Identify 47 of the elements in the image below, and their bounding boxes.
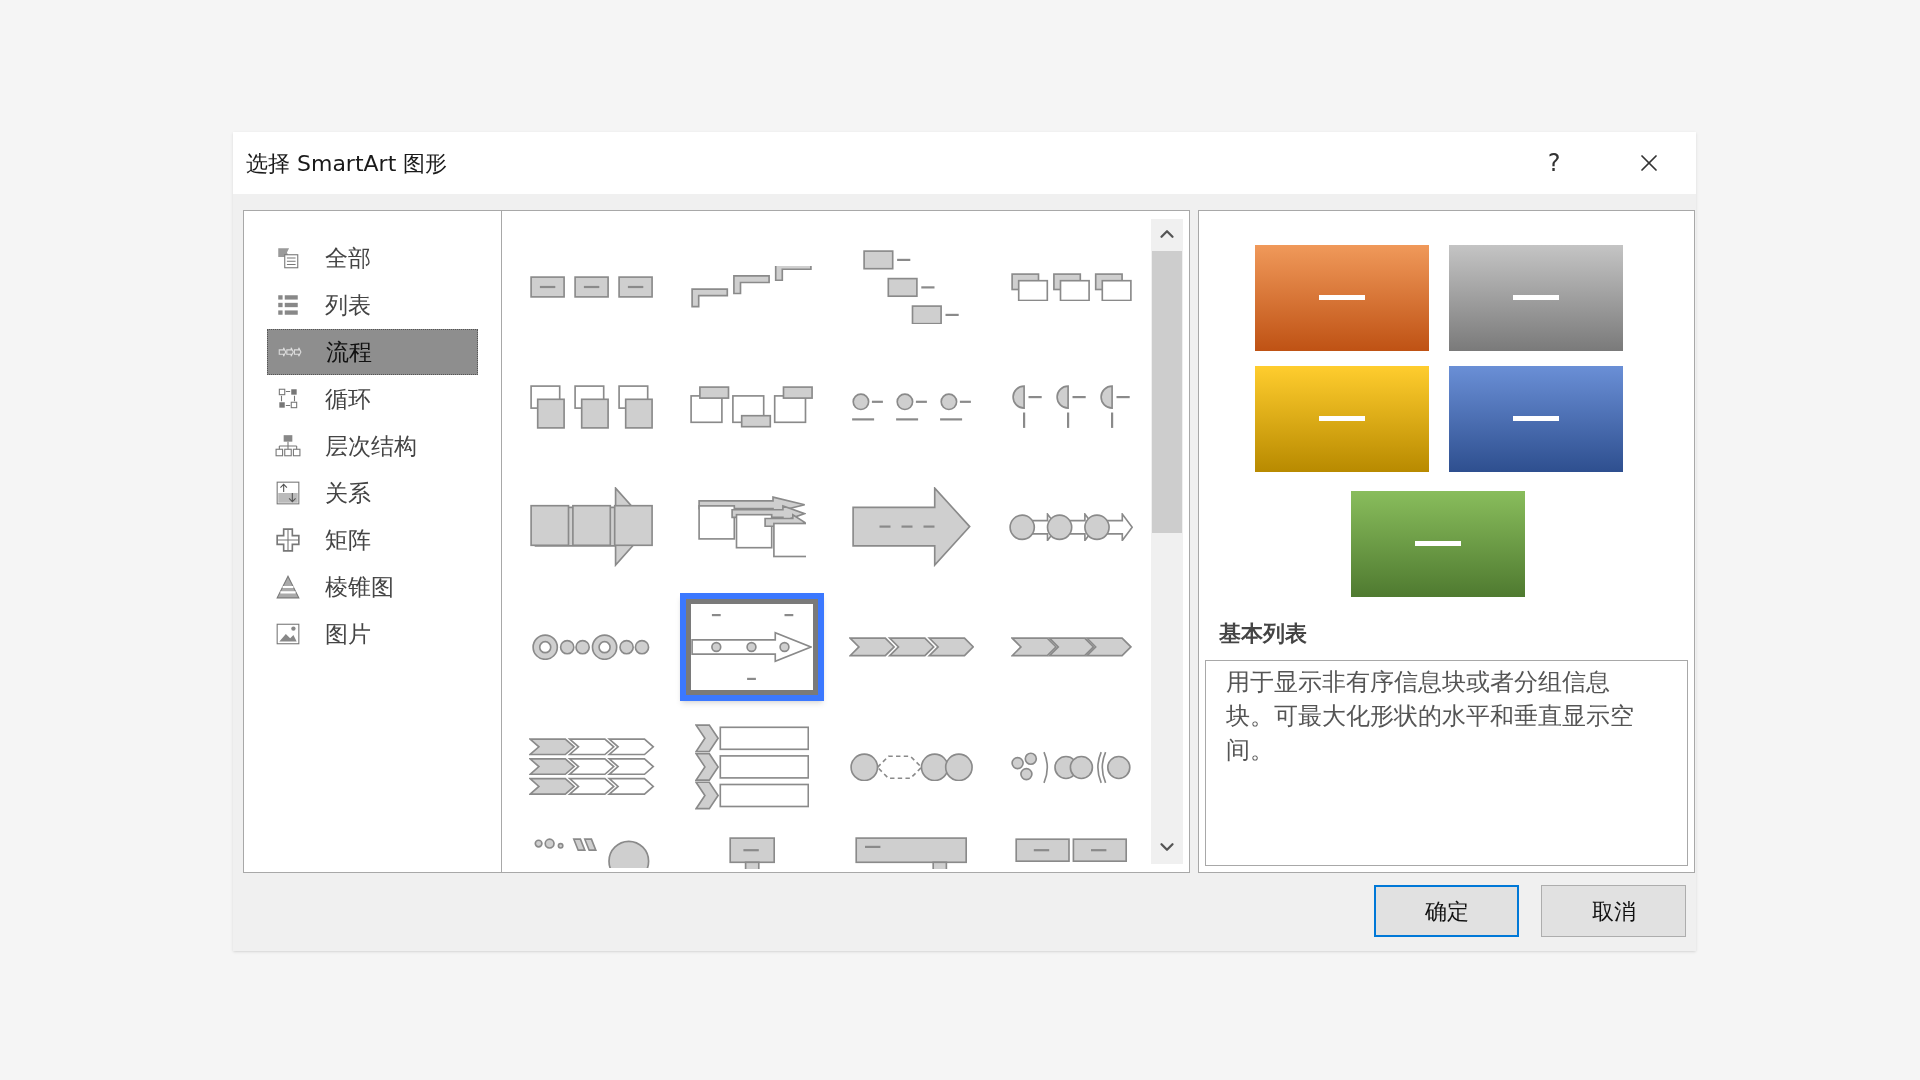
hierarchy-icon	[275, 433, 301, 459]
process-layout-icon	[694, 724, 809, 810]
process-layout-icon	[848, 637, 975, 657]
layout-description: 用于显示非有序信息块或者分组信息块。可最大化形状的水平和垂直显示空间。	[1226, 667, 1635, 766]
all-layouts-icon	[275, 245, 301, 271]
ok-button[interactable]: 确定	[1374, 885, 1519, 937]
scrollbar-thumb[interactable]	[1152, 251, 1182, 533]
category-item[interactable]: 流程	[267, 329, 478, 375]
list-icon	[275, 292, 301, 318]
process-layout-icon	[727, 837, 776, 869]
category-item[interactable]: 层次结构	[267, 423, 478, 469]
cancel-button[interactable]: 取消	[1541, 885, 1686, 937]
help-button[interactable]: ?	[1532, 141, 1576, 185]
process-layout-icon	[1009, 512, 1134, 542]
process-layout-icon	[863, 249, 960, 325]
process-layout-icon	[1010, 637, 1132, 657]
category-item[interactable]: 棱锥图	[267, 564, 478, 610]
process-layout-icon	[1011, 750, 1132, 784]
process-layout-icon	[849, 752, 974, 782]
category-item[interactable]: 关系	[267, 470, 478, 516]
process-layout-icon	[697, 496, 806, 558]
process-layout-icon	[1010, 272, 1132, 302]
process-layout-icon	[690, 386, 814, 428]
process-layout-icon	[1011, 385, 1131, 429]
category-item[interactable]: 全部	[267, 235, 478, 281]
process-layout-icon	[529, 738, 655, 796]
scrollbar[interactable]	[1151, 219, 1183, 864]
layout-option[interactable]	[679, 593, 824, 701]
category-item[interactable]: 列表	[267, 282, 478, 328]
process-layout-icon	[691, 266, 813, 308]
layout-name: 基本列表	[1219, 620, 1308, 648]
process-layout-icon	[530, 276, 654, 298]
picture-icon	[275, 621, 301, 647]
relationship-icon	[275, 480, 301, 506]
category-item[interactable]: 矩阵	[267, 517, 478, 563]
process-layout-icon	[1014, 837, 1129, 863]
category-item[interactable]: 循环	[267, 376, 478, 422]
process-layout-icon	[530, 487, 654, 567]
category-item[interactable]: 图片	[267, 611, 478, 657]
matrix-icon	[275, 527, 301, 553]
process-layout-icon	[852, 487, 971, 567]
process-layout-icon	[851, 392, 972, 422]
process-layout-icon	[854, 837, 969, 869]
pyramid-icon	[275, 574, 301, 600]
process-layout-icon	[530, 385, 654, 429]
process-layout-icon	[691, 614, 813, 680]
window-title: 选择 SmartArt 图形	[246, 149, 448, 178]
